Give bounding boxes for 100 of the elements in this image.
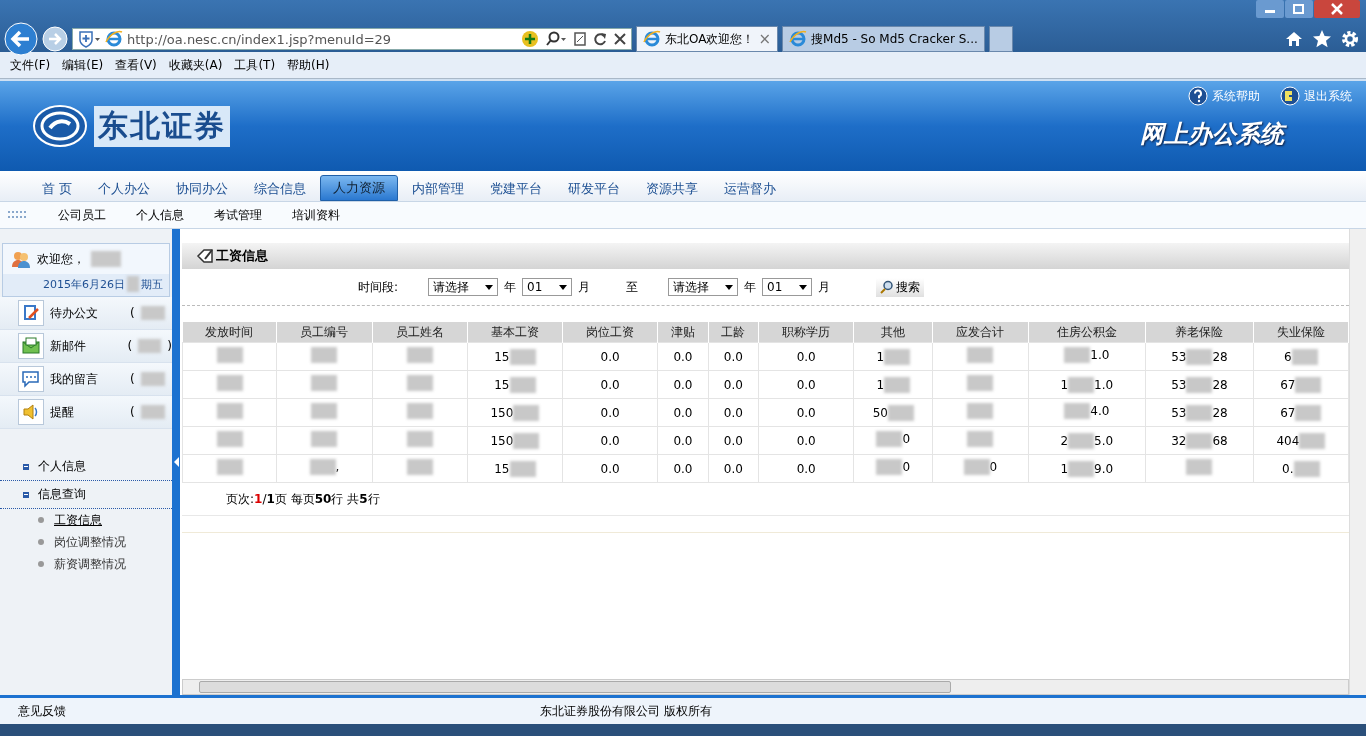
column-header: 养老保险 (1145, 322, 1254, 343)
back-icon[interactable] (4, 22, 38, 56)
redacted-block (91, 251, 121, 267)
caret-icon (725, 284, 734, 290)
star-icon[interactable] (1312, 29, 1332, 49)
redacted-cell: 4.0 (1064, 403, 1110, 419)
mail-icon (21, 336, 41, 356)
tree-link[interactable]: 工资信息 (54, 511, 102, 529)
minimize-icon[interactable] (1256, 0, 1284, 18)
weekday-text: 期五 (141, 276, 163, 292)
column-header: 员工编号 (276, 322, 373, 343)
logo-icon (32, 104, 88, 148)
count-text: ( (130, 372, 135, 386)
nav-tab[interactable]: 党建平台 (478, 177, 555, 201)
range-label: 至 (626, 278, 639, 296)
redacted-cell: 1 1.0 (1060, 376, 1114, 393)
close-icon[interactable] (1314, 0, 1360, 18)
panel-title: 工资信息 (216, 247, 268, 265)
redacted-block (140, 372, 165, 386)
nav-tab[interactable]: 个人办公 (86, 177, 163, 201)
column-header: 基本工资 (467, 322, 563, 343)
table-cell: 0.0 (673, 377, 693, 392)
redacted-cell: 2 5.0 (1060, 432, 1114, 449)
search-button[interactable]: 搜索 (876, 277, 925, 297)
tree-link[interactable]: 岗位调整情况 (54, 533, 126, 551)
caret-icon (485, 284, 494, 290)
shortcut-item[interactable]: 我的留言 ( (0, 363, 172, 396)
browser-tab[interactable]: 东北OA欢迎您！ × (636, 26, 779, 52)
browser-icon (643, 30, 661, 48)
new-tab-button[interactable] (988, 26, 1013, 52)
count-text: ( (130, 306, 135, 320)
search-icon[interactable] (544, 30, 568, 48)
add-icon[interactable] (521, 30, 539, 48)
browser-icon (789, 30, 808, 48)
menu-item[interactable]: 帮助(H) (281, 56, 336, 74)
menu-item[interactable]: 编辑(E) (56, 56, 110, 74)
nav-tab[interactable]: 内部管理 (400, 177, 477, 201)
count-text: ( (130, 405, 135, 419)
compatibility-icon[interactable] (573, 30, 587, 48)
redacted-cell: 15 (494, 460, 536, 477)
nav-tab[interactable]: 资源共享 (634, 177, 711, 201)
date-text: 2015年6月26日 (43, 276, 125, 292)
nav-tab[interactable]: 协同办公 (164, 177, 241, 201)
redacted-cell: 15 (494, 348, 536, 365)
caret-icon (799, 284, 808, 290)
edit-icon (196, 248, 214, 264)
home-icon[interactable] (1284, 29, 1304, 49)
subnav-link[interactable]: 公司员工 (58, 206, 106, 224)
shortcut-item[interactable]: 待办公文 ( (0, 297, 172, 330)
grip-icon (8, 211, 28, 219)
menu-item[interactable]: 查看(V) (109, 56, 163, 74)
browser-tab[interactable]: 搜Md5 - So Md5 Cracker S... (782, 26, 985, 52)
shortcut-label: 待办公文 (50, 304, 99, 322)
subnav-link[interactable]: 培训资料 (292, 206, 340, 224)
address-bar[interactable]: http://oa.nesc.cn/index1.jsp?menuId=29 (72, 28, 632, 50)
redacted-cell: 67 (1280, 376, 1322, 393)
dropdown[interactable]: 01 (522, 278, 573, 296)
menu-item[interactable]: 文件(F) (4, 56, 57, 74)
nav-tab[interactable]: 综合信息 (242, 177, 319, 201)
vertical-scrollbar[interactable] (1349, 229, 1366, 695)
menu-item[interactable]: 收藏夹(A) (162, 56, 229, 74)
close-tab-button[interactable]: × (758, 30, 772, 48)
table-cell: 0.0 (796, 405, 816, 420)
settings-icon[interactable] (1340, 29, 1360, 49)
table-cell: 0.0 (673, 349, 693, 364)
subnav-link[interactable]: 个人信息 (136, 206, 184, 224)
subnav-link[interactable]: 考试管理 (214, 206, 262, 224)
browser-icon (105, 30, 123, 48)
tree-link[interactable]: 薪资调整情况 (54, 555, 126, 573)
shortcut-label: 提醒 (50, 403, 75, 421)
redacted-block (138, 339, 162, 353)
redacted-cell: 150 (490, 404, 540, 421)
dropdown[interactable]: 请选择 (428, 278, 499, 296)
redacted-cell: 0 (876, 431, 911, 447)
nav-tab[interactable]: 人力资源 (320, 175, 399, 201)
table-cell: 0.0 (796, 433, 816, 448)
table-cell: 0.0 (600, 461, 620, 476)
redacted-block (140, 306, 165, 320)
shortcut-label: 新邮件 (50, 337, 87, 355)
redacted-block (140, 405, 165, 419)
nav-tab[interactable]: 运营督办 (712, 177, 789, 201)
refresh-icon[interactable] (592, 30, 608, 48)
menu-item[interactable]: 工具(T) (228, 56, 282, 74)
dropdown[interactable]: 01 (762, 278, 813, 296)
horizontal-scrollbar[interactable] (182, 679, 1349, 695)
redacted-cell: 53 28 (1171, 348, 1228, 365)
nav-tab[interactable]: 研发平台 (556, 177, 633, 201)
shortcut-item[interactable]: 新邮件 ( ) (0, 330, 172, 363)
dropdown[interactable]: 请选择 (668, 278, 739, 296)
forward-icon[interactable] (42, 26, 68, 52)
feedback-link[interactable]: 意见反馈 (0, 702, 66, 720)
restore-icon[interactable] (1285, 0, 1313, 18)
table-cell: 0.0 (600, 349, 620, 364)
nav-tab[interactable]: 首 页 (30, 177, 85, 201)
table-cell: 0.0 (723, 405, 743, 420)
redacted-cell: 53 28 (1171, 404, 1228, 421)
table-cell: 0.0 (600, 405, 620, 420)
column-header: 津贴 (657, 322, 709, 343)
caret-icon (559, 284, 568, 290)
shortcut-item[interactable]: 提醒 ( (0, 396, 172, 429)
